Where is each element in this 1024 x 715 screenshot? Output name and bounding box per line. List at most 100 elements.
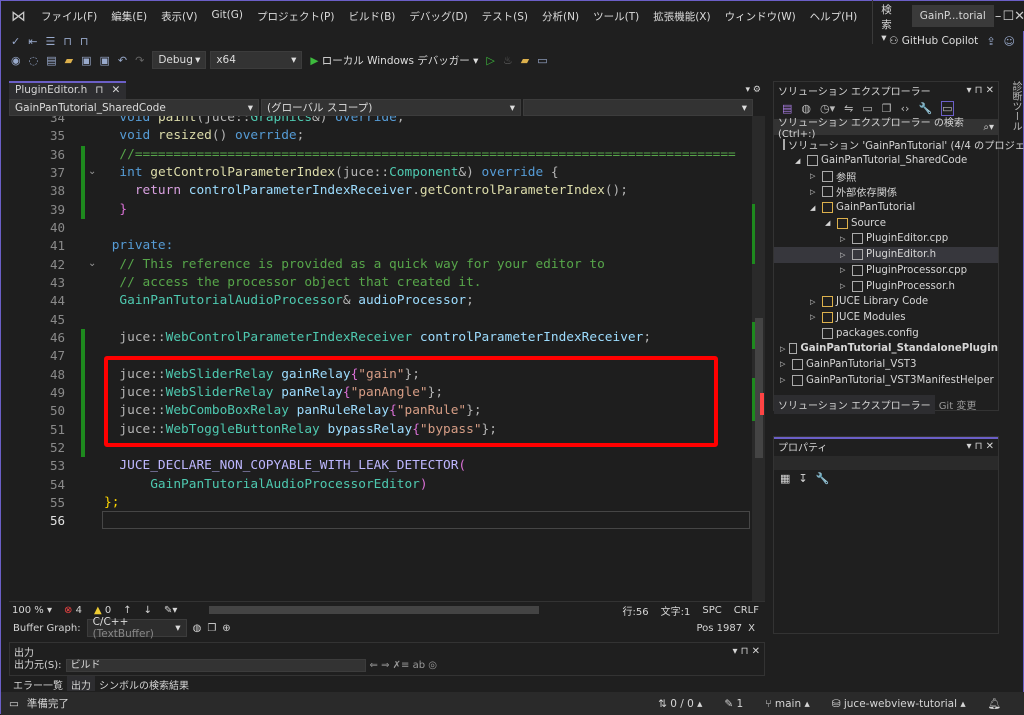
code-view-icon[interactable]: ‹› [901, 102, 910, 115]
folder-view-icon[interactable]: ▰ [521, 54, 529, 67]
properties-icon[interactable]: 🔧 [918, 102, 932, 115]
expand-toggle-icon[interactable]: ◢ [825, 219, 834, 227]
output-toolbar-icons[interactable]: ⇐ ⇒ ✗≡ ab ◎ [370, 660, 437, 672]
prev-issue-icon[interactable]: ↑ [123, 605, 131, 616]
git-changes-indicator[interactable]: ⇅ 0 / 0 ▴ [658, 698, 702, 710]
switch-views-icon[interactable]: ▤ [782, 102, 792, 115]
repository-indicator[interactable]: ⛁ juce-webview-tutorial ▴ [832, 698, 966, 710]
tree-item[interactable]: ソリューション 'GainPanTutorial' (4/4 のプロジェクト [774, 137, 1024, 153]
forward-icon[interactable]: ◌ [29, 54, 39, 67]
bookmark-icon[interactable]: ⊓ [63, 35, 72, 48]
minimize-button[interactable]: – [994, 9, 1003, 24]
vertical-scrollbar[interactable] [752, 116, 765, 601]
tree-item[interactable]: ▷ PluginEditor.cpp [774, 231, 998, 247]
menu-item[interactable]: プロジェクト(P) [250, 9, 342, 24]
copy-icon[interactable]: ❐ [207, 623, 216, 634]
project-dropdown[interactable]: GainPanTutorial_SharedCode ▾ [9, 99, 259, 116]
menu-item[interactable]: ツール(T) [586, 9, 646, 24]
save-all-icon[interactable]: ▣ [100, 54, 110, 67]
sync-icon[interactable]: ⇋ [844, 102, 853, 115]
maximize-button[interactable]: ☐ [1002, 9, 1014, 24]
output-source-dropdown[interactable]: ビルド [65, 659, 366, 672]
expand-toggle-icon[interactable]: ▷ [780, 345, 786, 353]
menu-item[interactable]: 拡張機能(X) [646, 9, 717, 24]
share-icon[interactable]: ⇪ [986, 35, 995, 48]
network-icon[interactable]: ⊕ [222, 623, 230, 634]
tree-item[interactable]: ▷ PluginProcessor.cpp [774, 263, 998, 279]
start-debugging-button[interactable]: ▶ ローカル Windows デバッガー ▾ [310, 53, 478, 68]
spellcheck-icon[interactable]: ✓ [11, 35, 20, 48]
configuration-dropdown[interactable]: Debug ▾ [152, 51, 207, 69]
bookmark-prev-icon[interactable]: ⊓ [80, 35, 89, 48]
tree-item[interactable]: ▷ PluginEditor.h [774, 246, 998, 263]
window-layout-icon[interactable]: ▭ [537, 54, 547, 67]
solution-name-badge[interactable]: GainP...torial [911, 5, 994, 27]
expand-toggle-icon[interactable]: ▷ [780, 376, 789, 384]
tree-item[interactable]: packages.config [774, 325, 998, 341]
column-indicator[interactable]: 文字:1 [661, 603, 691, 618]
code-cleanup-icon[interactable]: ✎▾ [164, 605, 177, 616]
member-dropdown[interactable]: ▾ [523, 99, 753, 116]
expand-toggle-icon[interactable]: ▷ [810, 298, 819, 306]
redo-icon[interactable]: ↷ [135, 54, 144, 67]
code-line[interactable]: // access the processor object that crea… [104, 274, 481, 292]
tree-item[interactable]: ▷ GainPanTutorial_VST3ManifestHelper [774, 372, 998, 388]
save-icon[interactable]: ▣ [81, 54, 91, 67]
code-line[interactable]: int getControlParameterIndex(juce::Compo… [104, 164, 558, 182]
output-panel-controls[interactable]: ▾ ⊓ ✕ [732, 646, 760, 657]
menu-item[interactable]: Git(G) [204, 9, 250, 24]
fold-chevron-icon[interactable]: ⌄ [88, 258, 96, 269]
bottom-tab[interactable]: シンボルの検索結果 [95, 676, 193, 692]
buffer-graph-dropdown[interactable]: C/C++ (TextBuffer) ▾ [86, 616, 187, 640]
categorized-icon[interactable]: ▦ [780, 472, 790, 485]
expand-toggle-icon[interactable]: ◢ [810, 204, 819, 212]
tree-item[interactable]: ▷ 参照 [774, 168, 998, 184]
tab-plugineditor-h[interactable]: PluginEditor.h ⊓ ✕ [9, 81, 127, 99]
tree-item[interactable]: ▷ GainPanTutorial_VST3 [774, 357, 998, 373]
platform-dropdown[interactable]: x64 ▾ [210, 51, 303, 69]
hot-reload-icon[interactable]: ♨ [503, 54, 513, 67]
menu-item[interactable]: 表示(V) [154, 9, 204, 24]
feedback-icon[interactable]: ☺ [1004, 35, 1015, 48]
collapse-all-icon[interactable]: ▭ [862, 102, 872, 115]
branch-indicator[interactable]: ⑂ main ▴ [765, 698, 810, 710]
expand-toggle-icon[interactable]: ▷ [840, 235, 849, 243]
tree-item[interactable]: ◢ GainPanTutorial_SharedCode [774, 153, 998, 169]
tab-solution-explorer[interactable]: ソリューション エクスプローラー [774, 395, 935, 414]
code-line[interactable]: void paint(juce::Graphics&) override; [104, 116, 404, 127]
code-line[interactable]: return controlParameterIndexReceiver.get… [104, 182, 628, 200]
menu-item[interactable]: ウィンドウ(W) [718, 9, 803, 24]
tree-item[interactable]: ▷ JUCE Modules [774, 310, 998, 326]
code-line[interactable]: GainPanTutorialAudioProcessor& audioProc… [104, 292, 473, 310]
tree-item[interactable]: ▷ 外部依存関係 [774, 184, 998, 200]
menu-item[interactable]: テスト(S) [475, 9, 535, 24]
code-line[interactable]: //======================================… [104, 146, 735, 164]
start-without-debugging-icon[interactable]: ▷ [486, 54, 494, 67]
notification-output-icon[interactable]: ▭ [9, 698, 19, 710]
diagnostic-tools-tab[interactable]: 診断ツール [1003, 81, 1023, 131]
tree-item[interactable]: ◢ GainPanTutorial [774, 200, 998, 216]
properties-panel-controls[interactable]: ▾ ⊓ ✕ [966, 441, 994, 452]
properties-object-dropdown[interactable] [774, 456, 998, 470]
bottom-tab[interactable]: 出力 [67, 676, 95, 692]
menu-item[interactable]: 分析(N) [535, 9, 586, 24]
alphabetical-icon[interactable]: ↧ [798, 472, 807, 485]
expand-toggle-icon[interactable]: ▷ [810, 188, 819, 196]
whitespace-indicator[interactable]: SPC [702, 605, 721, 616]
pin-icon[interactable]: ⊓ [95, 84, 103, 98]
close-buffer-graph-button[interactable]: X [748, 623, 755, 634]
close-button[interactable]: ✕ [1014, 9, 1024, 24]
github-copilot-button[interactable]: ⚇ GitHub Copilot [889, 35, 978, 47]
errors-indicator[interactable]: ⊗ 4 [64, 605, 82, 616]
indent-icon[interactable]: ⇤ [28, 35, 37, 48]
new-project-icon[interactable]: ▤ [46, 54, 56, 67]
notifications-bell-icon[interactable]: 🔔︎ [988, 697, 1001, 710]
code-line[interactable]: }; [104, 494, 119, 512]
expand-toggle-icon[interactable]: ▷ [810, 172, 819, 180]
menu-item[interactable]: ファイル(F) [34, 9, 104, 24]
zoom-dropdown[interactable]: 100 % ▾ [12, 605, 52, 616]
warnings-indicator[interactable]: ▲ 0 [94, 605, 111, 616]
line-ending-indicator[interactable]: CRLF [734, 605, 759, 616]
expand-toggle-icon[interactable]: ▷ [840, 251, 849, 259]
graph-icon[interactable]: ◍ [193, 623, 202, 634]
